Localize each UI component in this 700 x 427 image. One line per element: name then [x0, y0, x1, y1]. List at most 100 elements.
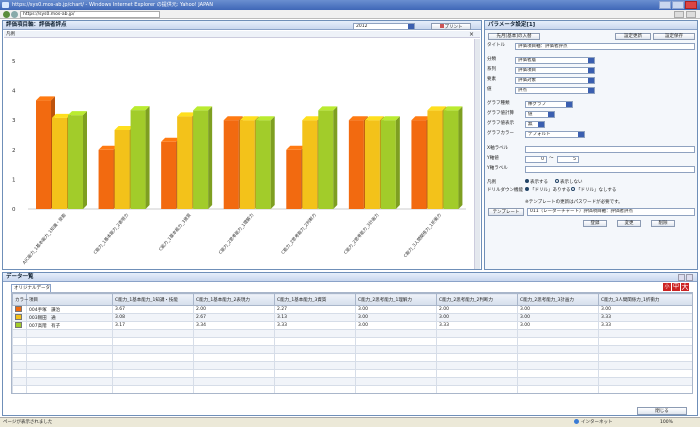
delete-button[interactable]: 削除	[651, 220, 675, 227]
bar[interactable]	[52, 117, 67, 209]
table-row[interactable]: 003剛田 通 3.08 2.67 3.13 3.00 3.00 3.00 3.33	[12, 313, 692, 322]
series-select[interactable]: 評価項目	[515, 67, 595, 74]
graph-display-label: グラフ値表示	[487, 121, 514, 126]
y-label-input[interactable]	[525, 166, 695, 173]
print-button[interactable]: プリント	[431, 23, 471, 30]
bar[interactable]	[239, 120, 255, 209]
close-legend-icon[interactable]: ×	[469, 31, 474, 38]
drilldown-off-radio[interactable]: 「ドリル」なしする	[571, 187, 616, 194]
value-label: 値	[487, 87, 492, 92]
bar[interactable]	[255, 120, 271, 209]
bar[interactable]	[114, 129, 130, 209]
graph-color-select[interactable]: デフォルト	[525, 131, 585, 138]
bar[interactable]	[193, 110, 209, 209]
template-input[interactable]: 011（レーダーチャート）評価項目軸：評価者評点	[527, 208, 695, 216]
legend-show-radio[interactable]: 表示する	[525, 179, 548, 186]
column-header[interactable]: C能力_1基本能力_2表現力	[193, 293, 275, 306]
chevron-down-icon	[588, 58, 594, 63]
table-row[interactable]	[12, 385, 692, 393]
bar[interactable]	[177, 116, 193, 209]
load-previous-button[interactable]: 先月[基本]の入替	[488, 33, 540, 40]
value-cell: 3.00	[598, 305, 692, 314]
chevron-down-icon	[548, 112, 554, 117]
empty-cell	[274, 337, 356, 346]
update-settings-button[interactable]: 設定更新	[615, 33, 651, 40]
year-select[interactable]: 2012	[353, 23, 415, 30]
table-row[interactable]	[12, 329, 692, 338]
column-header[interactable]: カラー	[12, 293, 29, 306]
color-swatch[interactable]	[15, 306, 22, 313]
bar[interactable]	[318, 110, 334, 209]
bar[interactable]	[411, 120, 427, 209]
column-header[interactable]: C能力_3人間関係力_1折衝力	[598, 293, 692, 306]
color-swatch[interactable]	[15, 314, 22, 321]
y-max-input[interactable]: 5	[557, 156, 579, 163]
column-header[interactable]: 項目	[26, 293, 113, 306]
bar[interactable]	[380, 120, 396, 209]
table-row[interactable]	[12, 361, 692, 370]
save-settings-button[interactable]: 設定保存	[653, 33, 695, 40]
y-min-input[interactable]: 0	[525, 156, 547, 163]
title-input[interactable]: 評価項目軸：評価者評点	[515, 43, 695, 50]
category-select[interactable]: 評価者層	[515, 57, 595, 64]
column-header[interactable]: C能力_2思考能力_1理解力	[355, 293, 437, 306]
bar[interactable]	[302, 120, 318, 209]
chart-scrollbar[interactable]	[474, 39, 480, 269]
column-header[interactable]: C能力_1基本能力_3資質	[274, 293, 356, 306]
column-header[interactable]: C能力_2思考能力_3計画力	[517, 293, 599, 306]
table-row[interactable]: 007高階 有子 3.17 3.34 3.33 3.00 3.33 3.00 3.33	[12, 321, 692, 330]
column-header[interactable]: C能力_1基本能力_1知識・技能	[112, 293, 194, 306]
column-header[interactable]: C能力_2思考能力_2判断力	[436, 293, 518, 306]
stop-icon[interactable]	[686, 11, 696, 18]
bar[interactable]	[68, 115, 83, 209]
bar[interactable]	[348, 120, 364, 209]
bar[interactable]	[223, 120, 239, 209]
table-row[interactable]	[12, 369, 692, 378]
element-select[interactable]: 評価対象	[515, 77, 595, 84]
change-button[interactable]: 変更	[617, 220, 641, 227]
minimize-button[interactable]	[659, 1, 671, 9]
template-button[interactable]: テンプレート	[488, 208, 524, 216]
chevron-down-icon	[588, 78, 594, 83]
table-row[interactable]	[12, 345, 692, 354]
drilldown-on-radio[interactable]: 「ドリル」ありする	[525, 187, 571, 194]
x-label-input[interactable]	[525, 146, 695, 153]
graph-calc-select[interactable]: 値	[525, 111, 555, 118]
font-medium-button[interactable]: 中	[672, 283, 680, 291]
zoom-level[interactable]: 100%	[660, 418, 673, 427]
table-row[interactable]: 004手塚 謙治 3.67 2.00 2.27 3.00 2.00 3.00 3.00	[12, 305, 692, 314]
font-size-buttons: 小 中 大	[663, 283, 689, 291]
bar[interactable]	[286, 149, 302, 209]
bar[interactable]	[130, 110, 146, 209]
value-select[interactable]: 評点	[515, 87, 595, 94]
font-small-button[interactable]: 小	[663, 283, 671, 291]
bar[interactable]	[364, 120, 380, 209]
font-large-button[interactable]: 大	[681, 283, 689, 291]
close-window-button[interactable]	[685, 1, 697, 9]
panel-minimize-icon[interactable]	[678, 274, 685, 281]
back-icon[interactable]	[3, 11, 10, 18]
url-input[interactable]: https://sys0.mos-ab.jp/	[20, 11, 160, 18]
value-cell: 2.67	[193, 313, 275, 322]
maximize-button[interactable]	[672, 1, 684, 9]
close-button[interactable]: 閉じる	[637, 407, 687, 415]
bar[interactable]	[98, 149, 114, 209]
bar[interactable]	[443, 110, 459, 209]
legend-tab[interactable]: 凡例	[4, 32, 15, 37]
refresh-icon[interactable]	[674, 11, 684, 18]
table-row[interactable]	[12, 337, 692, 346]
panel-maximize-icon[interactable]	[686, 274, 693, 281]
register-button[interactable]: 登録	[583, 220, 607, 227]
tab-original-data[interactable]: オリジナルデータ	[11, 284, 51, 292]
empty-cell	[517, 329, 599, 338]
color-swatch[interactable]	[15, 322, 22, 329]
bar[interactable]	[36, 100, 51, 209]
bar[interactable]	[161, 141, 177, 209]
bar[interactable]	[427, 110, 443, 209]
table-row[interactable]	[12, 353, 692, 362]
forward-icon[interactable]	[11, 11, 18, 18]
graph-type-select[interactable]: 棒グラフ	[525, 101, 573, 108]
graph-display-select[interactable]: 無	[525, 121, 545, 128]
table-row[interactable]	[12, 377, 692, 386]
legend-hide-radio[interactable]: 表示しない	[555, 179, 583, 186]
